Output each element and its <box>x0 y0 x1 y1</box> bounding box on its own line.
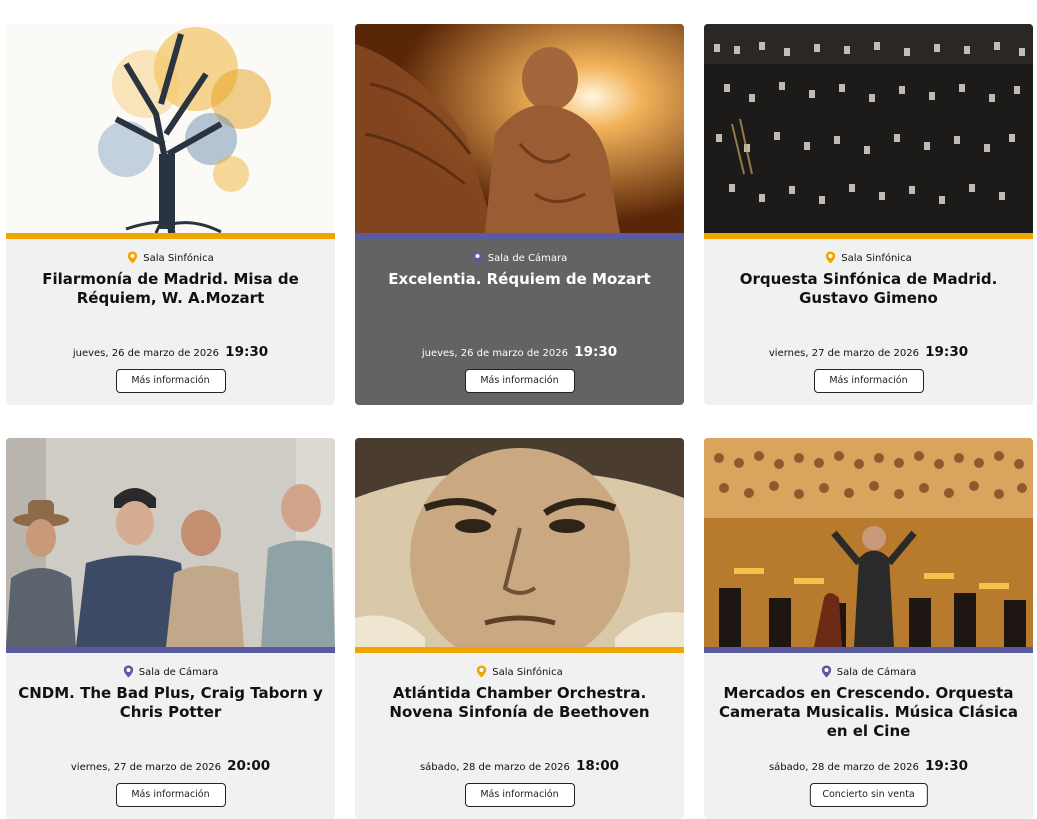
event-card[interactable]: Sala de Cámara Mercados en Crescendo. Or… <box>704 438 1033 819</box>
venue-label: Sala de Cámara <box>355 251 684 266</box>
event-time: 18:00 <box>576 758 620 774</box>
venue-color-band <box>355 233 684 239</box>
event-date-text: jueves, 26 de marzo de 2026 <box>421 348 568 359</box>
venue-color-band <box>704 233 1033 239</box>
event-title[interactable]: CNDM. The Bad Plus, Craig Taborn y Chris… <box>16 684 325 722</box>
event-image-orchestra-hall[interactable] <box>704 24 1033 233</box>
venue-label: Sala Sinfónica <box>6 251 335 266</box>
event-time: 19:30 <box>574 344 618 360</box>
event-image-watercolor-tree[interactable] <box>6 24 335 233</box>
location-pin-icon <box>477 665 487 678</box>
event-time: 19:30 <box>225 344 269 360</box>
more-info-button[interactable]: Más información <box>115 369 226 393</box>
event-time: 20:00 <box>227 758 271 774</box>
event-date-text: viernes, 27 de marzo de 2026 <box>70 762 221 773</box>
more-info-button[interactable]: Más información <box>115 783 226 807</box>
event-card[interactable]: Sala Sinfónica Orquesta Sinfónica de Mad… <box>704 24 1033 405</box>
event-date: viernes, 27 de marzo de 2026 20:00 <box>6 757 335 777</box>
venue-label: Sala Sinfónica <box>704 251 1033 266</box>
venue-color-band <box>355 647 684 653</box>
event-date-text: sábado, 28 de marzo de 2026 <box>768 762 919 773</box>
venue-color-band <box>6 233 335 239</box>
event-title[interactable]: Orquesta Sinfónica de Madrid. Gustavo Gi… <box>714 270 1023 308</box>
event-card[interactable]: Sala Sinfónica Atlántida Chamber Orchest… <box>355 438 684 819</box>
event-image-band-portrait[interactable] <box>6 438 335 647</box>
event-date-text: viernes, 27 de marzo de 2026 <box>768 348 919 359</box>
event-date: jueves, 26 de marzo de 2026 19:30 <box>355 343 684 363</box>
venue-name: Sala de Cámara <box>487 253 568 264</box>
event-title[interactable]: Filarmonía de Madrid. Misa de Réquiem, W… <box>16 270 325 308</box>
event-date: sábado, 28 de marzo de 2026 18:00 <box>355 757 684 777</box>
event-time: 19:30 <box>925 344 969 360</box>
location-pin-icon <box>128 251 138 264</box>
event-image-conductor-orchestra[interactable] <box>704 438 1033 647</box>
event-date: jueves, 26 de marzo de 2026 19:30 <box>6 343 335 363</box>
location-pin-icon <box>826 251 836 264</box>
more-info-button[interactable]: Más información <box>813 369 924 393</box>
event-title[interactable]: Mercados en Crescendo. Orquesta Camerata… <box>714 684 1023 741</box>
event-image-beethoven-portrait[interactable] <box>355 438 684 647</box>
venue-color-band <box>6 647 335 653</box>
location-pin-icon <box>821 665 831 678</box>
no-sale-button[interactable]: Concierto sin venta <box>809 783 928 807</box>
event-time: 19:30 <box>925 758 969 774</box>
venue-name: Sala Sinfónica <box>492 667 563 678</box>
venue-name: Sala de Cámara <box>138 667 219 678</box>
location-pin-icon <box>123 665 133 678</box>
event-date-text: jueves, 26 de marzo de 2026 <box>72 348 219 359</box>
event-card[interactable]: Sala Sinfónica Filarmonía de Madrid. Mis… <box>6 24 335 405</box>
venue-name: Sala Sinfónica <box>841 253 912 264</box>
more-info-button[interactable]: Más información <box>464 369 575 393</box>
venue-label: Sala Sinfónica <box>355 665 684 680</box>
event-date: sábado, 28 de marzo de 2026 19:30 <box>704 757 1033 777</box>
event-title[interactable]: Excelentia. Réquiem de Mozart <box>365 270 674 289</box>
more-info-button[interactable]: Más información <box>464 783 575 807</box>
event-image-angel-statue[interactable] <box>355 24 684 233</box>
event-date: viernes, 27 de marzo de 2026 19:30 <box>704 343 1033 363</box>
venue-color-band <box>704 647 1033 653</box>
event-card[interactable]: Sala de Cámara CNDM. The Bad Plus, Craig… <box>6 438 335 819</box>
event-card[interactable]: Sala de Cámara Excelentia. Réquiem de Mo… <box>355 24 684 405</box>
event-title[interactable]: Atlántida Chamber Orchestra. Novena Sinf… <box>365 684 674 722</box>
event-date-text: sábado, 28 de marzo de 2026 <box>419 762 570 773</box>
venue-name: Sala de Cámara <box>836 667 917 678</box>
location-pin-icon <box>472 251 482 264</box>
venue-name: Sala Sinfónica <box>143 253 214 264</box>
venue-label: Sala de Cámara <box>704 665 1033 680</box>
venue-label: Sala de Cámara <box>6 665 335 680</box>
